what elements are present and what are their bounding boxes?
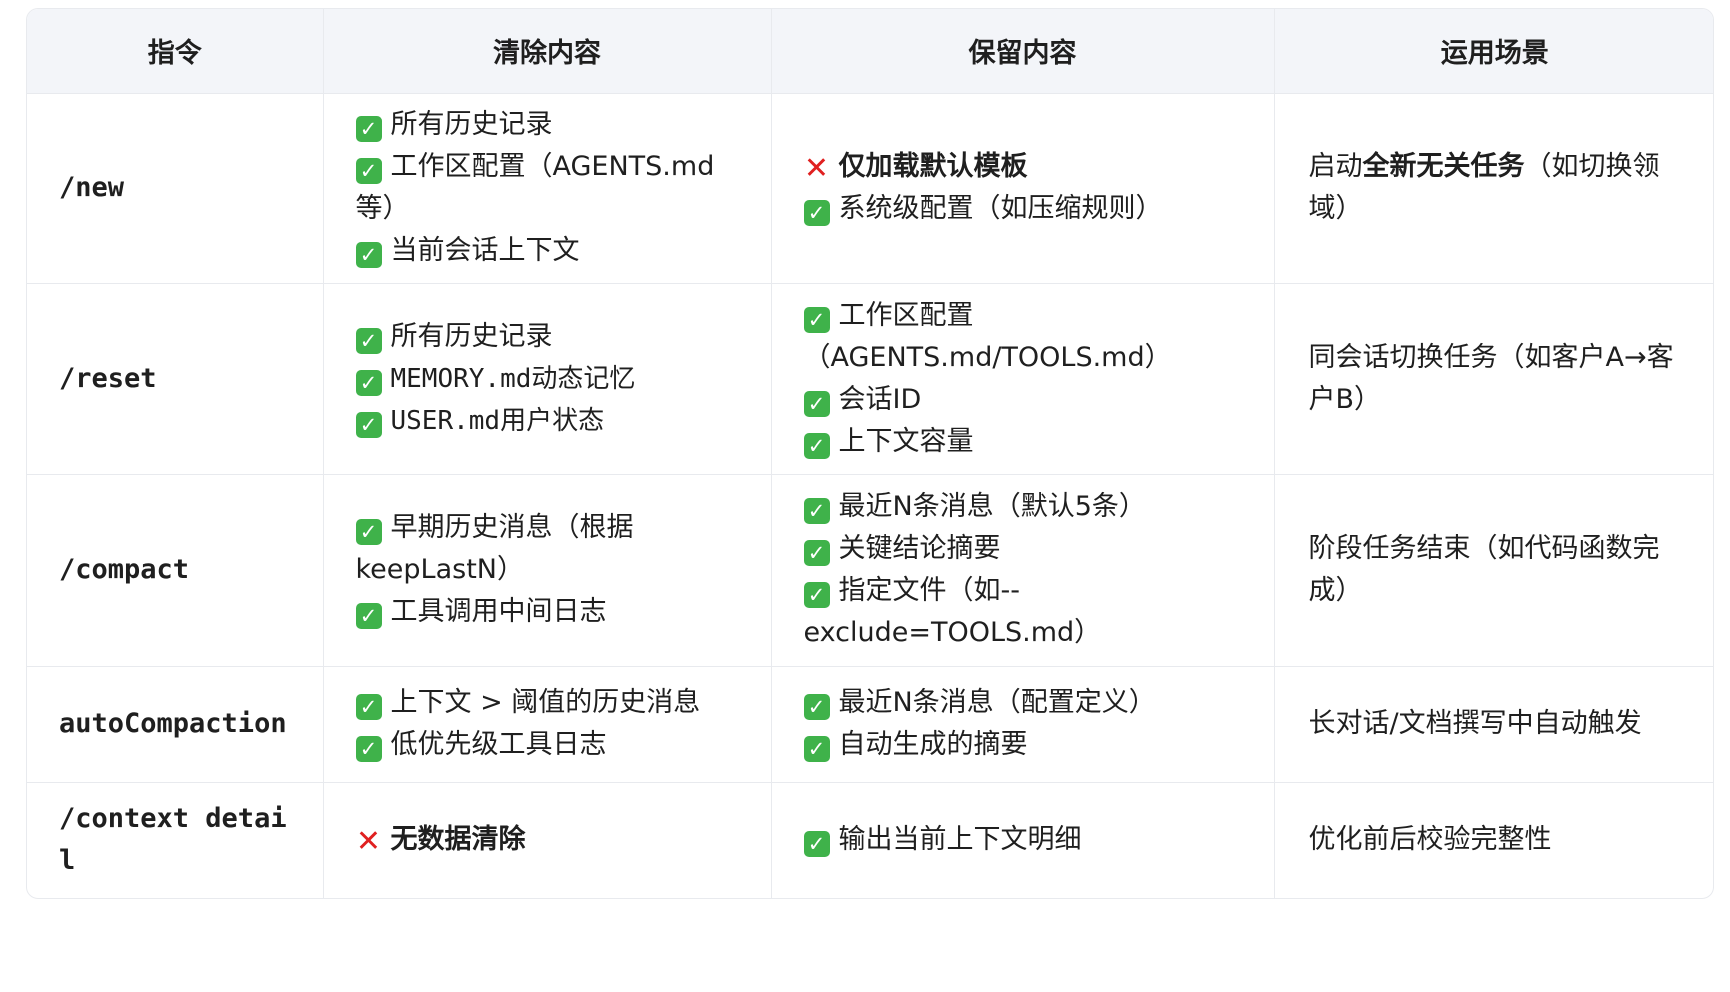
check-icon: ✓: [803, 694, 830, 720]
table-row: autoCompaction ✓ 上下文 > 阈值的历史消息 ✓ 低优先级工具日志 …: [27, 666, 1713, 783]
header-scene: 运用场景: [1274, 9, 1713, 94]
check-icon: ✓: [803, 200, 830, 226]
list-item: ✓ MEMORY.md动态记忆: [355, 358, 739, 400]
header-clear: 清除内容: [323, 9, 772, 94]
keep-cell: ✓ 最近N条消息（配置定义） ✓ 自动生成的摘要: [771, 666, 1275, 783]
check-icon: ✓: [355, 116, 382, 142]
table-row: /reset ✓ 所有历史记录 ✓ MEMORY.md动态记忆 ✓ USER.md用户…: [27, 283, 1713, 475]
list-item: ✓ 所有历史记录: [355, 104, 739, 146]
check-icon: ✓: [355, 736, 382, 762]
check-icon: ✓: [803, 540, 830, 566]
list-item: ✓ 上下文容量: [803, 421, 1242, 463]
scene-cell: 长对话/文档撰写中自动触发: [1274, 666, 1713, 783]
clear-cell: ✓ 所有历史记录 ✓ 工作区配置（AGENTS.md等） ✓ 当前会话上下文: [323, 93, 772, 284]
check-icon: ✓: [803, 831, 830, 858]
header-keep: 保留内容: [771, 9, 1275, 94]
list-item: ✓ 当前会话上下文: [355, 230, 739, 272]
table-row: /compact ✓ 早期历史消息（根据keepLastN） ✓ 工具调用中间日志 …: [27, 474, 1713, 667]
list-item: ✓ 系统级配置（如压缩规则）: [803, 188, 1242, 230]
list-item: ✓ 低优先级工具日志: [355, 724, 739, 766]
list-item: ✓ 工作区配置（AGENTS.md等）: [355, 151, 715, 224]
check-icon: ✓: [355, 694, 382, 720]
list-item: ✓ 工具调用中间日志: [355, 591, 739, 633]
check-icon: ✓: [355, 327, 382, 354]
list-item: ✓ 早期历史消息（根据keepLastN）: [355, 512, 634, 585]
check-icon: ✓: [803, 306, 830, 333]
check-icon: ✓: [355, 158, 382, 184]
check-icon: ✓: [803, 498, 830, 524]
header-command: 指令: [27, 9, 324, 94]
comparison-table-container: 指令 清除内容 保留内容 运用场景 /new ✓ 所有历史记录 ✓ 工作区配置（AG…: [26, 8, 1714, 899]
check-icon: ✓: [803, 736, 830, 762]
scene-cell: 阶段任务结束（如代码函数完成）: [1274, 474, 1713, 667]
list-item: ✓ 会话ID: [803, 379, 1242, 421]
check-icon: ✓: [355, 519, 382, 545]
list-item: ✓ 所有历史记录: [355, 316, 739, 358]
command-comparison-table: 指令 清除内容 保留内容 运用场景 /new ✓ 所有历史记录 ✓ 工作区配置（AG…: [27, 9, 1713, 898]
keep-cell: ✕ 仅加载默认模板 ✓ 系统级配置（如压缩规则）: [771, 93, 1275, 284]
check-icon: ✓: [355, 411, 382, 438]
keep-cell: ✓ 工作区配置（AGENTS.md/TOOLS.md） ✓ 会话ID ✓ 上下文容量: [771, 283, 1275, 475]
command-cell: autoCompaction: [27, 666, 324, 783]
list-item: ✓ USER.md用户状态: [355, 400, 739, 442]
list-item: ✓ 最近N条消息（配置定义）: [803, 682, 1242, 724]
command-cell: /compact: [27, 474, 324, 667]
clear-cell: ✕ 无数据清除: [323, 782, 772, 898]
table-header-row: 指令 清除内容 保留内容 运用场景: [27, 9, 1713, 94]
keep-cell: ✓ 输出当前上下文明细: [771, 782, 1275, 898]
list-item: ✓ 上下文 > 阈值的历史消息: [355, 682, 739, 724]
list-item: ✓ 最近N条消息（默认5条）: [803, 486, 1242, 528]
clear-cell: ✓ 上下文 > 阈值的历史消息 ✓ 低优先级工具日志: [323, 666, 772, 783]
command-cell: /reset: [27, 283, 324, 475]
list-item: ✓ 关键结论摘要: [803, 528, 1242, 570]
cross-icon: ✕: [355, 824, 382, 860]
list-item: ✓ 自动生成的摘要: [803, 724, 1242, 766]
table-row: /context detail ✕ 无数据清除 ✓ 输出当前上下文明细 优化前后校验…: [27, 782, 1713, 898]
cross-icon: ✕: [803, 151, 830, 186]
command-cell: /context detail: [27, 782, 324, 898]
scene-cell: 启动全新无关任务（如切换领域）: [1274, 93, 1713, 284]
check-icon: ✓: [803, 432, 830, 459]
scene-cell: 优化前后校验完整性: [1308, 824, 1552, 856]
scene-cell: 同会话切换任务（如客户A→客户B）: [1274, 283, 1713, 475]
list-item: ✕ 无数据清除: [355, 824, 526, 860]
check-icon: ✓: [355, 603, 382, 629]
keep-cell: ✓ 最近N条消息（默认5条） ✓ 关键结论摘要 ✓ 指定文件（如--exclude=T…: [771, 474, 1275, 667]
list-item: ✓ 输出当前上下文明细: [803, 819, 1242, 861]
check-icon: ✓: [355, 369, 382, 396]
table-row: /new ✓ 所有历史记录 ✓ 工作区配置（AGENTS.md等） ✓ 当前会话上下文…: [27, 93, 1713, 284]
clear-cell: ✓ 早期历史消息（根据keepLastN） ✓ 工具调用中间日志: [323, 474, 772, 667]
command-cell: /new: [27, 93, 324, 284]
list-item: ✕ 仅加载默认模板: [803, 151, 1028, 186]
list-item: ✓ 指定文件（如--exclude=TOOLS.md）: [803, 575, 1102, 648]
check-icon: ✓: [803, 390, 830, 417]
clear-cell: ✓ 所有历史记录 ✓ MEMORY.md动态记忆 ✓ USER.md用户状态: [323, 283, 772, 475]
check-icon: ✓: [355, 242, 382, 268]
list-item: ✓ 工作区配置（AGENTS.md/TOOLS.md）: [803, 299, 1172, 373]
check-icon: ✓: [803, 582, 830, 608]
